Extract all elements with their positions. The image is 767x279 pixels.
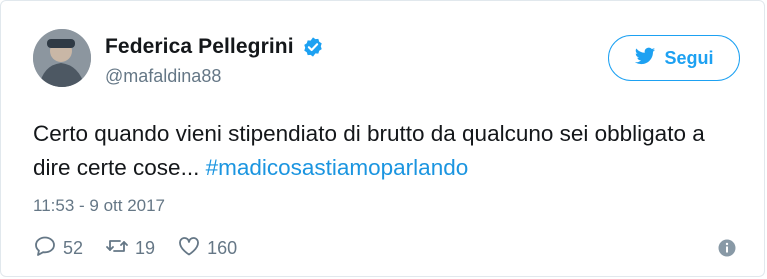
author-name[interactable]: Federica Pellegrini: [105, 35, 294, 59]
author-name-row: Federica Pellegrini: [105, 35, 324, 59]
follow-button-label: Segui: [664, 47, 714, 68]
author-handle[interactable]: @mafaldina88: [105, 66, 221, 87]
tweet-card: Federica Pellegrini @mafaldina88 Segui C…: [0, 0, 765, 277]
tweet-timestamp[interactable]: 11:53 - 9 ott 2017: [33, 196, 165, 216]
like-icon: [177, 234, 201, 263]
hashtag-link[interactable]: #madicosastiamoparlando: [206, 155, 469, 180]
retweet-count: 19: [135, 238, 156, 258]
tweet-actions: 52 19 160: [33, 234, 259, 263]
reply-action[interactable]: 52: [33, 234, 83, 263]
avatar[interactable]: [33, 29, 91, 87]
like-count: 160: [207, 238, 238, 258]
like-action[interactable]: 160: [177, 234, 237, 263]
retweet-icon: [105, 234, 129, 263]
tweet-text: Certo quando vieni stipendiato di brutto…: [33, 117, 723, 185]
twitter-bird-icon: [634, 45, 656, 72]
follow-button[interactable]: Segui: [608, 35, 740, 81]
info-icon[interactable]: [718, 239, 736, 257]
reply-count: 52: [63, 238, 84, 258]
verified-badge-icon: [302, 36, 324, 58]
reply-icon: [33, 234, 57, 263]
retweet-action[interactable]: 19: [105, 234, 155, 263]
